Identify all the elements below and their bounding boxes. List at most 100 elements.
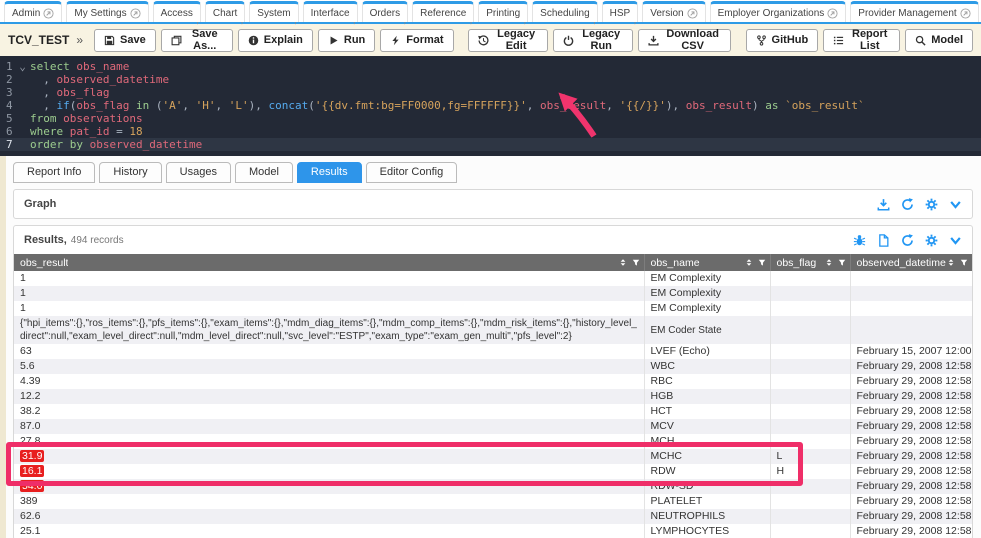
gear-icon[interactable]: [925, 198, 938, 211]
nav-tab-version[interactable]: Version: [642, 1, 705, 22]
results-panel: Results, 494 records obs_resultobs_nameo…: [13, 225, 973, 538]
table-row[interactable]: 4.39RBCFebruary 29, 2008 12:58 PM: [14, 374, 972, 389]
editor-line-5[interactable]: 5from observations: [0, 112, 981, 125]
button-label: Download CSV: [664, 28, 721, 52]
column-header-observed_datetime[interactable]: observed_datetime: [850, 254, 972, 271]
table-row[interactable]: 31.9MCHCLFebruary 29, 2008 12:58 PM: [14, 449, 972, 464]
table-row[interactable]: 389PLATELETFebruary 29, 2008 12:58 PM: [14, 494, 972, 509]
legacy-run-button[interactable]: Legacy Run: [553, 29, 633, 52]
table-row[interactable]: 5.6WBCFebruary 29, 2008 12:58 PM: [14, 359, 972, 374]
table-row[interactable]: 54.0RDW-SDFebruary 29, 2008 12:58 PM: [14, 479, 972, 494]
chevron-down-icon[interactable]: [949, 234, 962, 247]
table-row[interactable]: 38.2HCTFebruary 29, 2008 12:58 PM: [14, 404, 972, 419]
filter-icon[interactable]: [960, 258, 968, 267]
filter-icon[interactable]: [838, 258, 846, 267]
popup-icon[interactable]: [43, 8, 54, 19]
nav-tab-employer-organizations[interactable]: Employer Organizations: [710, 1, 847, 22]
tab-report-info[interactable]: Report Info: [13, 162, 95, 183]
refresh-icon[interactable]: [901, 198, 914, 211]
results-panel-icons: [853, 234, 962, 247]
filter-icon[interactable]: [632, 258, 640, 267]
results-table-body: 1EM Complexity1EM Complexity1EM Complexi…: [14, 271, 972, 538]
column-header-obs_flag[interactable]: obs_flag: [770, 254, 850, 271]
nav-tab-access[interactable]: Access,: [153, 1, 201, 22]
tab-results[interactable]: Results: [297, 162, 362, 183]
cell-obs-result: 27.8: [14, 434, 644, 449]
table-row[interactable]: 27.8MCHFebruary 29, 2008 12:58 PM: [14, 434, 972, 449]
format-button[interactable]: Format: [380, 29, 453, 52]
editor-line-4[interactable]: 4 , if(obs_flag in ('A', 'H', 'L'), conc…: [0, 99, 981, 112]
editor-line-7[interactable]: 7order by observed_datetime: [0, 138, 981, 151]
editor-line-3[interactable]: 3 , obs_flag: [0, 86, 981, 99]
nav-tab-scheduling[interactable]: Scheduling,: [532, 1, 597, 22]
table-row[interactable]: 16.1RDWHFebruary 29, 2008 12:58 PM: [14, 464, 972, 479]
column-header-obs_name[interactable]: obs_name: [644, 254, 770, 271]
nav-tab-reference[interactable]: Reference,: [412, 1, 474, 22]
cell-observed-datetime: [850, 271, 972, 286]
nav-tab-interface[interactable]: Interface,: [303, 1, 358, 22]
table-row[interactable]: 87.0MCVFebruary 29, 2008 12:58 PM: [14, 419, 972, 434]
table-row[interactable]: {"hpi_items":{},"ros_items":{},"pfs_item…: [14, 316, 972, 344]
cell-observed-datetime: February 29, 2008 12:58 PM: [850, 479, 972, 494]
run-button[interactable]: Run: [318, 29, 375, 52]
sql-editor[interactable]: 1 ⌄select obs_name2 , observed_datetime3…: [0, 56, 981, 156]
nav-tab-system[interactable]: System,: [249, 1, 298, 22]
popup-icon[interactable]: [827, 8, 838, 19]
table-row[interactable]: 1EM Complexity: [14, 286, 972, 301]
download-icon: [648, 35, 659, 46]
sort-icon[interactable]: [947, 258, 955, 267]
column-header-obs_result[interactable]: obs_result: [14, 254, 644, 271]
file-icon[interactable]: [877, 234, 890, 247]
explain-button[interactable]: Explain: [238, 29, 313, 52]
report-list-button[interactable]: Report List: [823, 29, 900, 52]
popup-icon[interactable]: [687, 8, 698, 19]
sort-icon[interactable]: [825, 258, 833, 267]
nav-tab-provider-management[interactable]: Provider Management: [850, 1, 978, 22]
table-row[interactable]: 12.2HGBFebruary 29, 2008 12:58 PM: [14, 389, 972, 404]
github-button[interactable]: GitHub: [746, 29, 819, 52]
nav-tab-orders[interactable]: Orders,: [362, 1, 409, 22]
graph-panel-header[interactable]: Graph: [14, 190, 972, 218]
report-menu-expander[interactable]: »: [76, 33, 83, 47]
download-csv-button[interactable]: Download CSV: [638, 29, 731, 52]
popup-icon[interactable]: [960, 8, 971, 19]
submenu-indicator-icon: ,: [353, 15, 356, 25]
cell-obs-flag: [770, 301, 850, 316]
table-row[interactable]: 1EM Complexity: [14, 271, 972, 286]
editor-line-2[interactable]: 2 , observed_datetime: [0, 73, 981, 86]
nav-tab-my-settings[interactable]: My Settings: [66, 1, 148, 22]
table-row[interactable]: 25.1LYMPHOCYTESFebruary 29, 2008 12:58 P…: [14, 524, 972, 538]
tab-usages[interactable]: Usages: [166, 162, 231, 183]
popup-icon[interactable]: [130, 8, 141, 19]
save-button[interactable]: Save: [94, 29, 156, 52]
tab-editor-config[interactable]: Editor Config: [366, 162, 458, 183]
tab-history[interactable]: History: [99, 162, 161, 183]
chevron-down-icon[interactable]: [949, 198, 962, 211]
table-row[interactable]: 1EM Complexity: [14, 301, 972, 316]
bug-icon[interactable]: [853, 234, 866, 247]
sort-icon[interactable]: [745, 258, 753, 267]
legacy-edit-button[interactable]: Legacy Edit: [468, 29, 548, 52]
model-button[interactable]: Model: [905, 29, 973, 52]
tab-model[interactable]: Model: [235, 162, 293, 183]
cell-obs-flag: [770, 344, 850, 359]
cell-obs-result: 62.6: [14, 509, 644, 524]
line-number: 2: [0, 73, 30, 86]
refresh-icon[interactable]: [901, 234, 914, 247]
nav-tab-label: Reference: [420, 8, 466, 19]
save-as-button[interactable]: Save As...: [161, 29, 233, 52]
nav-tab-admin[interactable]: Admin: [4, 1, 62, 22]
gear-icon[interactable]: [925, 234, 938, 247]
table-row[interactable]: 62.6NEUTROPHILSFebruary 29, 2008 12:58 P…: [14, 509, 972, 524]
table-row[interactable]: 63LVEF (Echo)February 15, 2007 12:00 AM: [14, 344, 972, 359]
results-panel-header[interactable]: Results, 494 records: [14, 226, 972, 254]
filter-icon[interactable]: [758, 258, 766, 267]
sort-icon[interactable]: [619, 258, 627, 267]
editor-line-1[interactable]: 1 ⌄select obs_name: [0, 60, 981, 73]
nav-tab-printing[interactable]: Printing,: [478, 1, 528, 22]
nav-tab-hsp[interactable]: HSP,: [602, 1, 639, 22]
editor-line-6[interactable]: 6where pat_id = 18: [0, 125, 981, 138]
nav-tab-chart[interactable]: Chart,: [205, 1, 245, 22]
line-number: 3: [0, 86, 30, 99]
download-icon[interactable]: [877, 198, 890, 211]
